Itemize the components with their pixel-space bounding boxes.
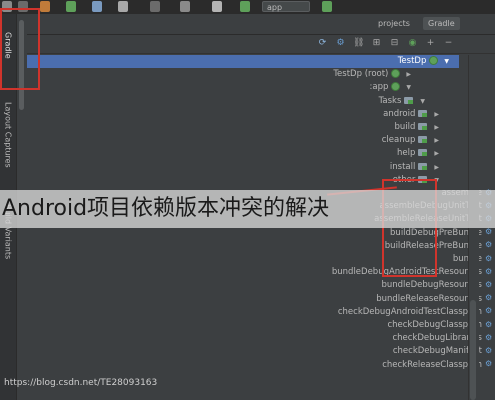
- execute-task-icon[interactable]: ⚙: [335, 38, 346, 49]
- task-folder-icon: [418, 136, 428, 144]
- add-button[interactable]: +: [425, 38, 436, 49]
- save-icon[interactable]: [40, 1, 50, 12]
- settings-icon[interactable]: ◉: [407, 38, 418, 49]
- task-gear-icon: ⚙: [485, 359, 493, 369]
- tree-row-label: cleanup: [381, 135, 416, 146]
- annotation-box-gradle-tab: [0, 8, 40, 90]
- tree-row-label: :app: [369, 82, 389, 93]
- tab-projects[interactable]: projects: [373, 17, 415, 30]
- expand-arrow-icon[interactable]: ▶: [434, 111, 439, 118]
- expand-arrow-icon[interactable]: ▶: [434, 150, 439, 157]
- task-gear-icon: ⚙: [485, 345, 493, 355]
- gradle-tab-bar: projects Gradle: [27, 14, 495, 35]
- task-folder-icon: [418, 162, 428, 170]
- tree-row[interactable]: android ▶: [27, 108, 467, 121]
- tree-row[interactable]: install ▶: [27, 161, 467, 174]
- tree-row-label: TestDp: [397, 56, 427, 66]
- expand-all-icon[interactable]: ⊞: [371, 38, 382, 49]
- tree-row[interactable]: bundleReleaseResources ⚙: [27, 293, 492, 306]
- collapse-arrow-icon[interactable]: ▼: [444, 58, 449, 65]
- task-gear-icon: ⚙: [485, 227, 493, 237]
- task-folder-icon: [418, 123, 428, 130]
- remove-button[interactable]: −: [443, 38, 454, 49]
- find-icon[interactable]: [212, 1, 222, 12]
- refresh-icon[interactable]: ⟳: [317, 38, 328, 49]
- tree-row[interactable]: build ▶: [27, 121, 467, 134]
- tree-row[interactable]: checkDebugLibraries ⚙: [27, 332, 492, 345]
- task-gear-icon: ⚙: [485, 319, 493, 329]
- watermark: https://blog.csdn.net/TE28093163: [4, 378, 158, 388]
- run-config-select[interactable]: app: [262, 1, 310, 12]
- side-tab-layout-captures[interactable]: Layout Captures: [1, 102, 15, 192]
- tree-row-label: bundleDebugResources: [381, 280, 482, 291]
- tree-row[interactable]: TestDp (root) ▶: [27, 68, 467, 81]
- banner-title: Android项目依赖版本冲突的解决: [2, 196, 330, 221]
- tree-row[interactable]: checkDebugManifest ⚙: [27, 345, 492, 358]
- gradle-icon: [429, 56, 439, 65]
- gradle-icon: [391, 82, 401, 92]
- tree-row[interactable]: checkDebugClasspath ⚙: [27, 319, 492, 332]
- tree-row[interactable]: bundleDebugResources ⚙: [27, 279, 492, 292]
- collapse-arrow-icon[interactable]: ▼: [420, 98, 425, 105]
- tree-row-label: build: [394, 122, 416, 132]
- task-folder-icon: [418, 109, 428, 117]
- collapse-arrow-icon[interactable]: ▼: [406, 84, 411, 91]
- link-icon[interactable]: ⛓: [353, 38, 364, 49]
- expand-arrow-icon[interactable]: ▶: [406, 71, 411, 78]
- task-gear-icon: ⚙: [485, 240, 493, 250]
- tree-row-label: checkDebugAndroidTestClasspath: [337, 306, 482, 317]
- task-folder-icon: [404, 96, 414, 104]
- tree-row-label: Tasks: [378, 95, 402, 106]
- ide-toolbar: app: [0, 0, 495, 15]
- task-gear-icon: ⚙: [485, 253, 493, 263]
- copy-icon[interactable]: [180, 1, 190, 12]
- tree-row-label: bundleReleaseResources: [376, 293, 482, 304]
- task-folder-icon: [418, 149, 428, 157]
- gradle-panel-toolbar: ⟳ ⚙ ⛓ ⊞ ⊟ ◉ + −: [27, 35, 495, 54]
- run-icon[interactable]: [322, 1, 332, 12]
- task-gear-icon: ⚙: [485, 279, 493, 289]
- collapse-all-icon[interactable]: ⊟: [389, 38, 400, 49]
- tree-row-label: install: [389, 161, 416, 172]
- task-gear-icon: ⚙: [485, 306, 493, 316]
- cut-icon[interactable]: [150, 1, 160, 12]
- gradle-icon: [391, 69, 401, 79]
- task-gear-icon: ⚙: [485, 293, 493, 303]
- tree-row[interactable]: Tasks ▼: [27, 95, 467, 108]
- redo-icon[interactable]: [118, 1, 128, 12]
- task-gear-icon: ⚙: [485, 266, 493, 276]
- tree-row[interactable]: checkDebugAndroidTestClasspath ⚙: [27, 306, 492, 319]
- tree-row-label: TestDp (root): [333, 69, 389, 80]
- undo-icon[interactable]: [92, 1, 102, 12]
- tree-scroll-thumb[interactable]: [470, 300, 476, 400]
- tree-row[interactable]: help ▶: [27, 147, 467, 160]
- tree-row[interactable]: checkReleaseClasspath ⚙: [27, 359, 492, 372]
- sync-icon[interactable]: [66, 1, 76, 12]
- tab-gradle[interactable]: Gradle: [423, 17, 460, 30]
- tree-row-label: help: [397, 148, 416, 159]
- tree-row[interactable]: cleanup ▶: [27, 134, 467, 147]
- tree-row[interactable]: :app ▼: [27, 81, 467, 94]
- tree-row-label: android: [383, 108, 416, 119]
- expand-arrow-icon[interactable]: ▶: [434, 164, 439, 171]
- make-icon[interactable]: [240, 1, 250, 12]
- expand-arrow-icon[interactable]: ▶: [434, 124, 439, 131]
- expand-arrow-icon[interactable]: ▶: [434, 137, 439, 144]
- task-gear-icon: ⚙: [485, 332, 493, 342]
- tree-row[interactable]: TestDp ▼: [27, 55, 459, 68]
